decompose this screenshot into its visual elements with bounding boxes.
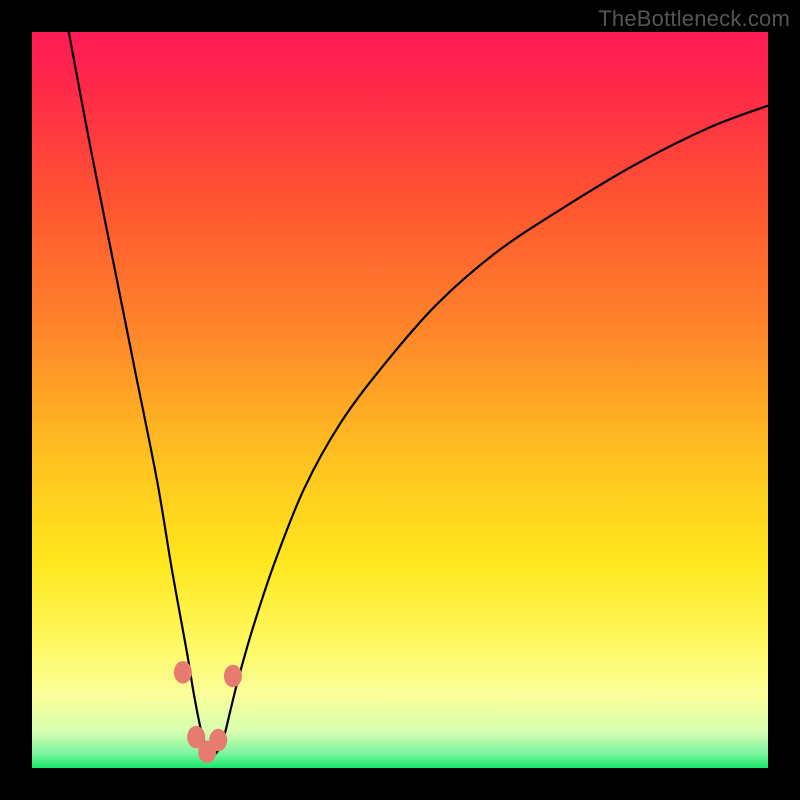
chart-frame: TheBottleneck.com: [0, 0, 800, 800]
plot-area: [32, 32, 768, 768]
trough-marker: [174, 661, 192, 684]
bottleneck-chart: [32, 32, 768, 768]
gradient-background: [32, 32, 768, 768]
watermark-label: TheBottleneck.com: [598, 6, 790, 32]
trough-marker: [209, 729, 227, 752]
trough-marker: [224, 665, 242, 688]
